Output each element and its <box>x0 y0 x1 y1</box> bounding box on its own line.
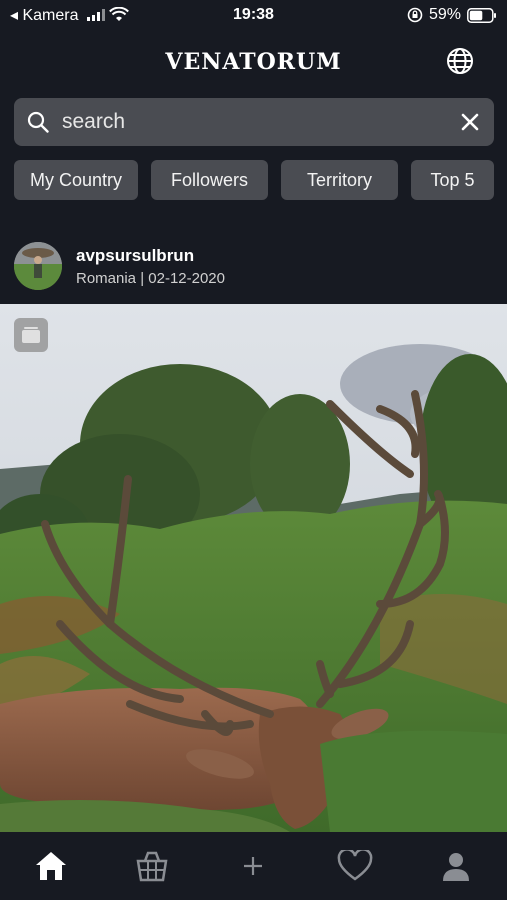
globe-icon[interactable] <box>445 46 475 76</box>
username[interactable]: avpsursulbrun <box>76 246 225 266</box>
home-icon[interactable] <box>26 841 76 891</box>
wifi-icon <box>108 7 129 21</box>
search-icon <box>27 111 49 133</box>
filter-chips: My Country Followers Territory Top 5 <box>14 160 494 200</box>
heart-icon[interactable] <box>330 841 380 891</box>
post-header: avpsursulbrun Romania | 02-12-2020 <box>14 240 225 292</box>
battery-icon <box>467 7 496 23</box>
profile-icon[interactable] <box>431 841 481 891</box>
filter-followers[interactable]: Followers <box>151 160 268 200</box>
gallery-icon[interactable] <box>14 318 48 352</box>
search-input[interactable] <box>62 110 458 134</box>
clock: 19:38 <box>233 6 274 23</box>
filter-top-5[interactable]: Top 5 <box>411 160 494 200</box>
add-icon[interactable] <box>228 841 278 891</box>
clear-search-icon[interactable] <box>458 110 482 134</box>
tab-bar <box>0 832 507 900</box>
shop-basket-icon[interactable] <box>127 841 177 891</box>
app-header: VENATORUM <box>0 38 507 86</box>
filter-my-country[interactable]: My Country <box>14 160 138 200</box>
avatar[interactable] <box>14 242 62 290</box>
status-left: ◂ Kamera <box>10 5 180 25</box>
cellular-signal-icon <box>86 9 105 21</box>
post-photo[interactable] <box>0 304 507 832</box>
filter-territory[interactable]: Territory <box>281 160 398 200</box>
post-location-date: Romania | 02-12-2020 <box>76 269 225 287</box>
battery-percent: 59% <box>428 6 461 23</box>
post-meta: avpsursulbrun Romania | 02-12-2020 <box>76 246 225 287</box>
app-title: VENATORUM <box>165 49 342 75</box>
status-right: 59% <box>327 6 497 24</box>
back-to-app-label[interactable]: ◂ Kamera <box>10 5 79 25</box>
status-bar: ◂ Kamera 19:38 59% <box>0 0 507 30</box>
search-bar <box>14 98 494 146</box>
orientation-lock-icon <box>407 7 423 23</box>
